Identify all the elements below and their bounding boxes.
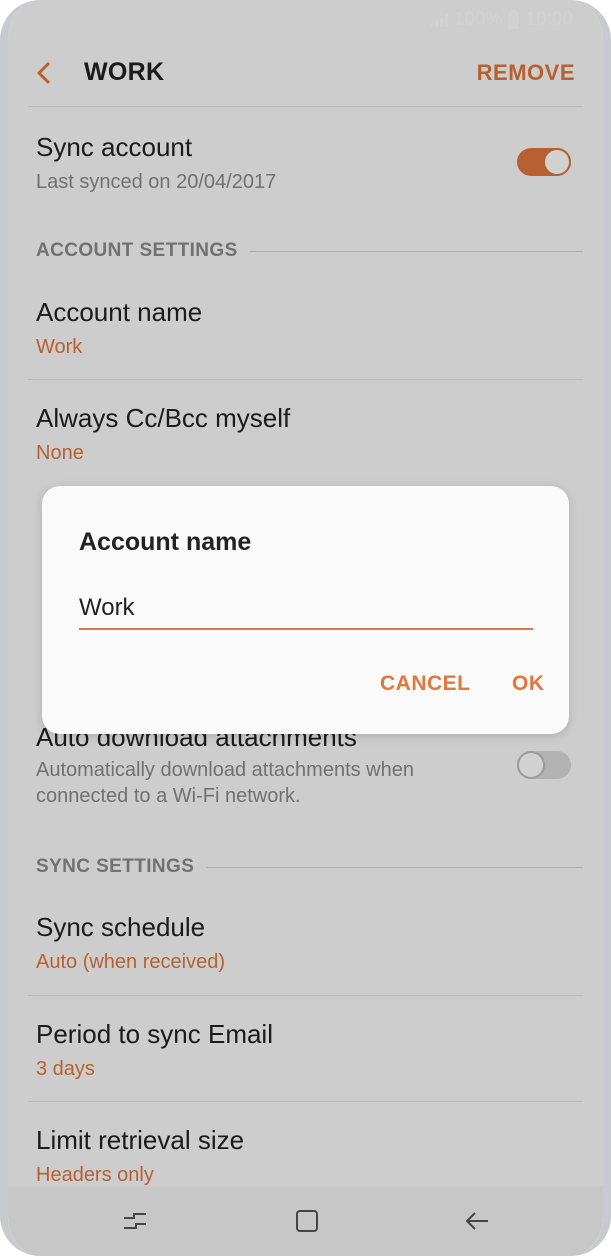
phone-frame: 100% 10:00 WORK REMOVE Sync account Last… <box>0 0 611 1256</box>
ok-button[interactable]: OK <box>512 672 545 696</box>
account-name-input[interactable] <box>79 588 533 630</box>
settings-screen: 100% 10:00 WORK REMOVE Sync account Last… <box>8 0 603 1256</box>
account-name-dialog: Account name CANCEL OK <box>42 486 569 734</box>
dialog-title: Account name <box>79 528 252 556</box>
cancel-button[interactable]: CANCEL <box>380 672 471 696</box>
